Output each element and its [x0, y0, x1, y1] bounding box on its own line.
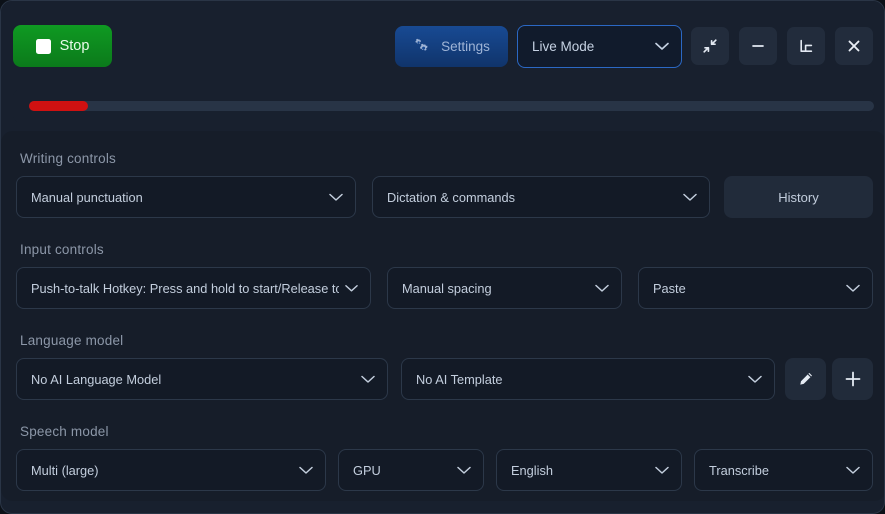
collapse-window-button[interactable] [691, 27, 729, 65]
punctuation-select[interactable]: Manual punctuation [16, 176, 356, 218]
chevron-down-icon [361, 375, 375, 384]
pencil-icon [797, 371, 814, 388]
mode-select-value: Live Mode [532, 39, 595, 54]
audio-level-fill [29, 101, 89, 111]
collapse-diagonal-icon [702, 38, 718, 54]
gears-icon [413, 38, 433, 56]
language-select[interactable]: English [496, 449, 682, 491]
task-select-value: Transcribe [709, 462, 769, 478]
chevron-down-icon [846, 284, 860, 293]
paste-select-value: Paste [653, 280, 686, 296]
dock-window-button[interactable] [787, 27, 825, 65]
ai-template-select-value: No AI Template [416, 371, 503, 387]
paste-select[interactable]: Paste [638, 267, 873, 309]
compute-device-select-value: GPU [353, 462, 381, 478]
stop-square-icon [35, 38, 51, 54]
edit-template-button[interactable] [785, 358, 826, 400]
chevron-down-icon [846, 466, 860, 475]
ai-template-select[interactable]: No AI Template [401, 358, 775, 400]
plus-icon [844, 370, 862, 388]
speech-model-section-label: Speech model [20, 424, 109, 439]
chevron-down-icon [299, 466, 313, 475]
settings-button[interactable]: Settings [395, 26, 508, 67]
input-controls-section-label: Input controls [20, 242, 104, 257]
push-to-talk-hotkey-select[interactable]: Push-to-talk Hotkey: Press and hold to s… [16, 267, 371, 309]
task-select[interactable]: Transcribe [694, 449, 873, 491]
push-to-talk-hotkey-value: Push-to-talk Hotkey: Press and hold to s… [31, 280, 339, 296]
audio-level-meter [13, 89, 874, 123]
dock-corner-icon [798, 38, 814, 54]
speech-model-select-value: Multi (large) [31, 462, 99, 478]
stop-button[interactable]: Stop [13, 25, 112, 67]
toolbar: Stop Settings Live Mode [1, 1, 884, 85]
mode-select[interactable]: Live Mode [517, 25, 682, 68]
punctuation-select-value: Manual punctuation [31, 189, 143, 205]
history-button[interactable]: History [724, 176, 873, 218]
close-window-button[interactable] [835, 27, 873, 65]
app-window: Stop Settings Live Mode Writing controls… [0, 0, 885, 514]
spacing-select[interactable]: Manual spacing [387, 267, 622, 309]
language-select-value: English [511, 462, 553, 478]
audio-level-track [29, 101, 874, 111]
speech-model-select[interactable]: Multi (large) [16, 449, 326, 491]
chevron-down-icon [655, 466, 669, 475]
close-x-icon [846, 38, 862, 54]
chevron-down-icon [457, 466, 471, 475]
minimize-dash-icon [750, 38, 766, 54]
add-template-button[interactable] [832, 358, 873, 400]
dictation-mode-select-value: Dictation & commands [387, 189, 516, 205]
language-model-section-label: Language model [20, 333, 124, 348]
language-model-select[interactable]: No AI Language Model [16, 358, 388, 400]
dictation-mode-select[interactable]: Dictation & commands [372, 176, 710, 218]
writing-controls-section-label: Writing controls [20, 151, 116, 166]
stop-button-label: Stop [59, 38, 90, 54]
chevron-down-icon [655, 42, 669, 51]
chevron-down-icon [683, 193, 697, 202]
chevron-down-icon [329, 193, 343, 202]
chevron-down-icon [595, 284, 609, 293]
chevron-down-icon [345, 284, 358, 293]
settings-panel: Writing controls Manual punctuation Dict… [1, 131, 884, 501]
settings-button-label: Settings [441, 39, 490, 54]
chevron-down-icon [748, 375, 762, 384]
compute-device-select[interactable]: GPU [338, 449, 484, 491]
history-button-label: History [778, 189, 819, 205]
minimize-window-button[interactable] [739, 27, 777, 65]
language-model-select-value: No AI Language Model [31, 371, 162, 387]
spacing-select-value: Manual spacing [402, 280, 492, 296]
